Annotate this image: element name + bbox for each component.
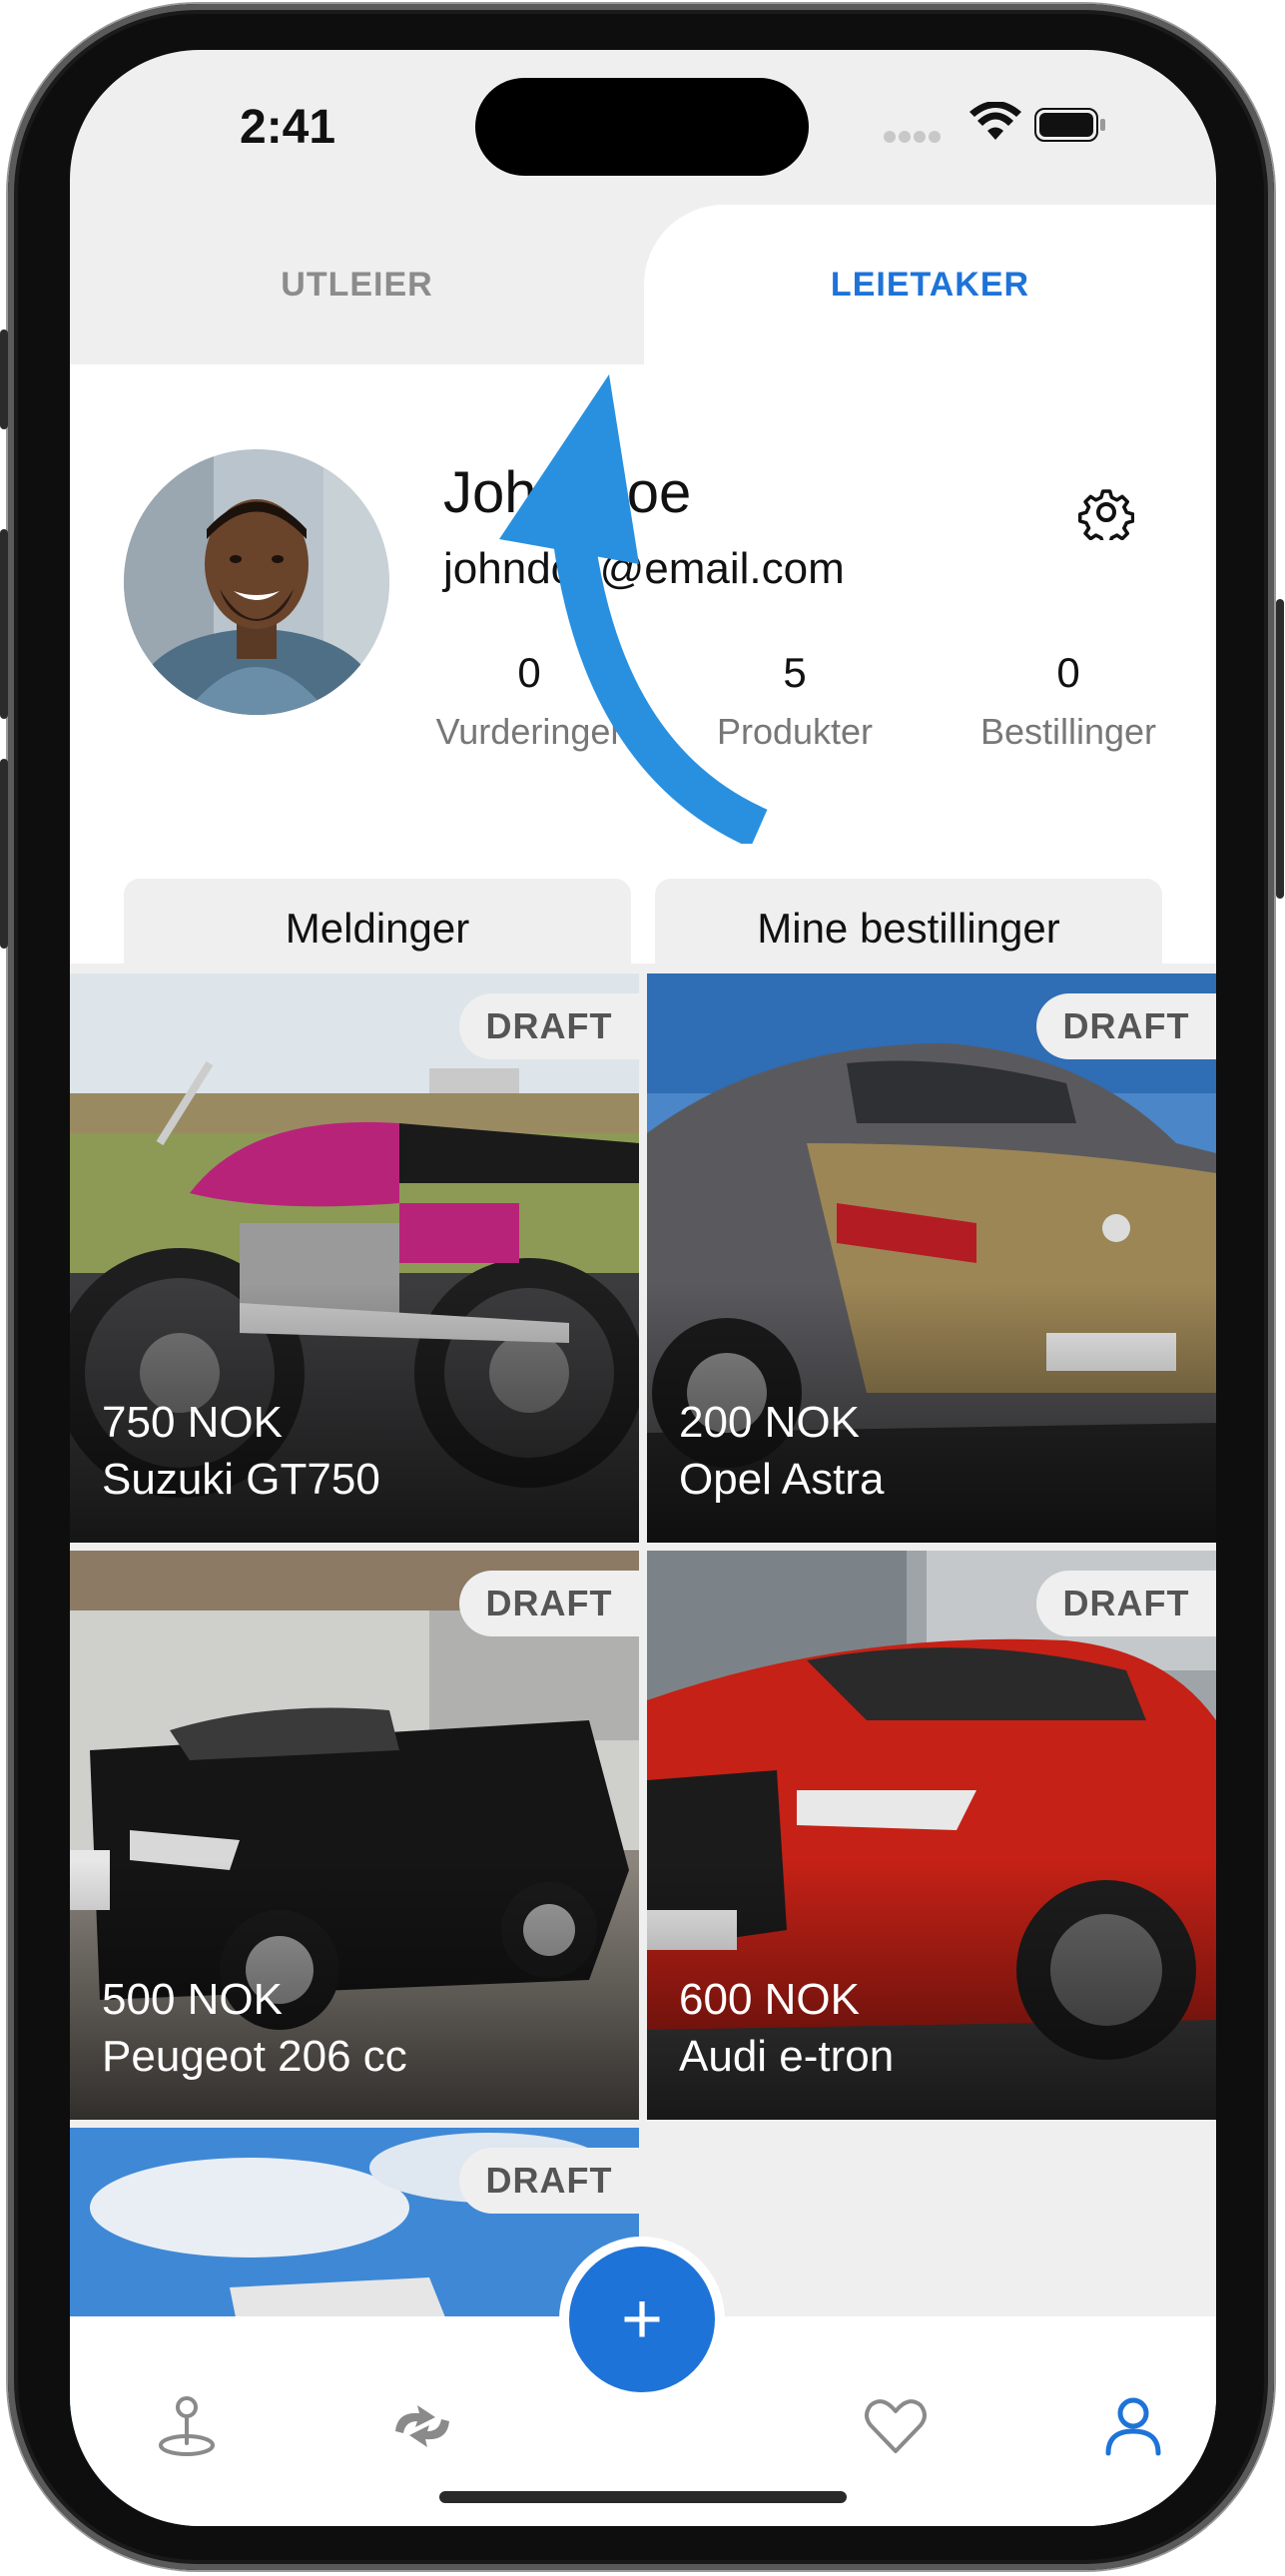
status-badge: DRAFT — [459, 2148, 639, 2214]
listing-card[interactable]: DRAFT 600 NOK Audi e-tron — [647, 1551, 1216, 2120]
listing-price: 750 NOK — [102, 1398, 283, 1447]
stat-value: 0 — [1056, 649, 1080, 696]
stat-vurderinger: 0 Vurderinger — [409, 649, 649, 753]
tab-leietaker[interactable]: LEIETAKER — [644, 205, 1216, 364]
listing-price: 600 NOK — [679, 1975, 860, 2024]
exchange-icon[interactable] — [387, 2391, 457, 2461]
dynamic-island — [475, 78, 809, 176]
status-badge: DRAFT — [459, 1571, 639, 1636]
listing-card[interactable]: DRAFT 750 NOK Suzuki GT750 — [70, 973, 639, 1543]
screen: 2:41 UTLEIER LEIETAKER John Doe johndoe@… — [70, 50, 1216, 2526]
battery-icon — [1034, 108, 1105, 142]
heart-icon[interactable] — [861, 2391, 931, 2461]
status-badge: DRAFT — [1036, 993, 1216, 1059]
silent-switch — [0, 759, 8, 949]
status-badge: DRAFT — [1036, 1571, 1216, 1636]
add-listing-button[interactable]: + — [569, 2247, 715, 2392]
avatar-photo — [124, 449, 389, 715]
stat-bestillinger: 0 Bestillinger — [949, 649, 1188, 753]
listing-card[interactable]: DRAFT 500 NOK Peugeot 206 cc — [70, 1551, 639, 2120]
my-orders-button[interactable]: Mine bestillinger — [655, 879, 1162, 978]
status-bar: 2:41 — [70, 50, 1216, 210]
clock: 2:41 — [240, 101, 336, 154]
stat-produkter: 5 Produkter — [675, 649, 915, 753]
listing-price: 500 NOK — [102, 1975, 283, 2024]
profile-email: johndoe@email.com — [443, 544, 845, 593]
home-indicator — [439, 2491, 847, 2503]
user-icon[interactable] — [1098, 2391, 1168, 2461]
stat-value: 5 — [783, 649, 807, 696]
avatar[interactable] — [124, 449, 389, 715]
listing-title: Audi e-tron — [679, 2032, 895, 2081]
listing-title: Opel Astra — [679, 1455, 885, 1504]
stat-label: Produkter — [716, 711, 874, 752]
status-badge: DRAFT — [459, 993, 639, 1059]
stat-label: Bestillinger — [979, 711, 1157, 752]
map-pin-icon[interactable] — [152, 2391, 222, 2461]
gear-icon[interactable] — [1078, 484, 1134, 540]
volume-up-button — [0, 329, 8, 429]
tab-utleier[interactable]: UTLEIER — [70, 205, 644, 364]
signal-icon — [884, 130, 944, 146]
stat-value: 0 — [517, 649, 541, 696]
listing-card[interactable]: DRAFT 200 NOK Opel Astra — [647, 973, 1216, 1543]
listing-grid: DRAFT 750 NOK Suzuki GT750 DRAFT 200 NOK — [70, 973, 1216, 2526]
wifi-icon — [969, 102, 1021, 140]
listing-title: Suzuki GT750 — [102, 1455, 380, 1504]
power-button — [1276, 599, 1284, 899]
volume-down-button — [0, 529, 8, 719]
profile-section: John Doe johndoe@email.com 0 Vurderinger… — [70, 364, 1216, 978]
messages-button[interactable]: Meldinger — [124, 879, 631, 978]
listing-title: Peugeot 206 cc — [102, 2032, 407, 2081]
listing-price: 200 NOK — [679, 1398, 860, 1447]
profile-name: John Doe — [443, 460, 692, 525]
stat-label: Vurderinger — [435, 711, 623, 752]
